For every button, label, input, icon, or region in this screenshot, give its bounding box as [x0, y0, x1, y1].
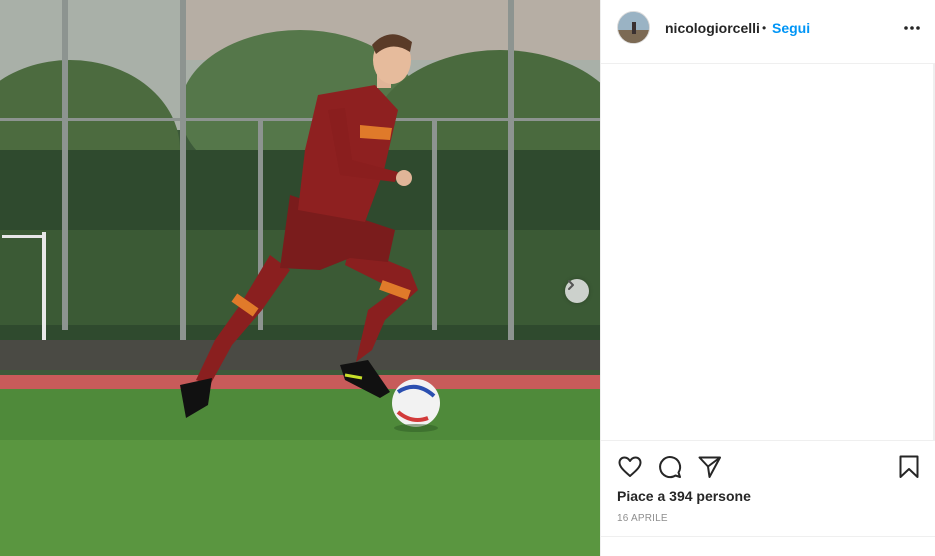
comment-button[interactable]: [657, 454, 683, 480]
share-button[interactable]: [697, 454, 723, 480]
next-image-button[interactable]: [565, 279, 589, 303]
likes-count[interactable]: Piace a 394 persone: [617, 488, 751, 504]
more-options-button[interactable]: [902, 18, 922, 38]
username-link[interactable]: nicologiorcelli: [665, 20, 760, 36]
comments-area[interactable]: [601, 64, 935, 440]
like-button[interactable]: [617, 454, 643, 480]
save-button[interactable]: [896, 454, 922, 480]
bookmark-icon: [899, 455, 919, 478]
add-comment-area[interactable]: [601, 536, 935, 556]
post-actions: Piace a 394 persone 16 APRILE: [601, 440, 935, 536]
post-date[interactable]: 16 APRILE: [617, 513, 668, 524]
more-options-icon: [904, 26, 920, 30]
instagram-post: nicologiorcelli • Segui Piace a 394 pers…: [0, 0, 935, 556]
separator-dot: •: [762, 21, 767, 35]
post-header: nicologiorcelli • Segui: [601, 0, 935, 64]
avatar[interactable]: [617, 11, 650, 44]
comment-icon: [659, 456, 682, 479]
heart-icon: [618, 456, 642, 477]
post-side-panel: nicologiorcelli • Segui Piace a 394 pers…: [600, 0, 935, 556]
avatar-image: [618, 12, 649, 43]
football-player-photo: [0, 0, 600, 556]
share-icon: [698, 456, 721, 478]
follow-button[interactable]: Segui: [772, 20, 810, 36]
post-photo[interactable]: [0, 0, 600, 556]
chevron-right-icon: [568, 280, 574, 290]
